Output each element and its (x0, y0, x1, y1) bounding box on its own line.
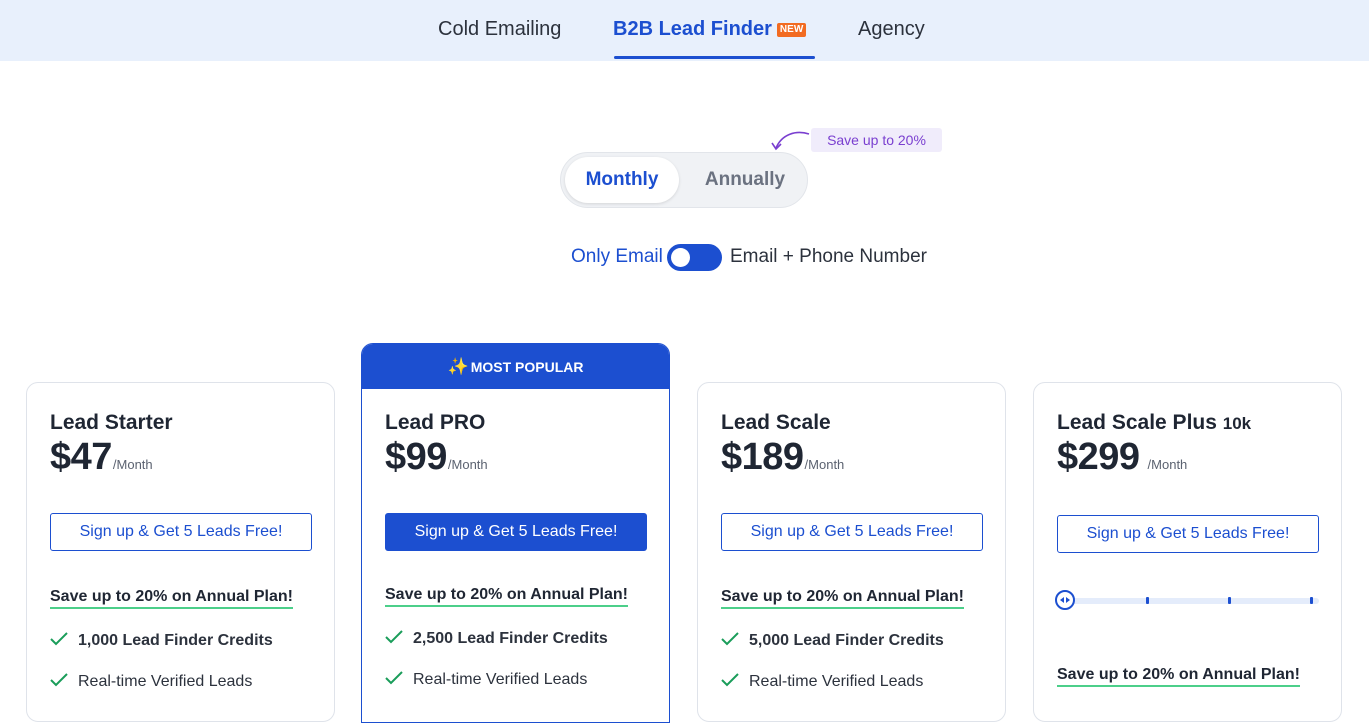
tab-label: B2B Lead Finder (613, 18, 772, 40)
price-amount: $99 (385, 436, 447, 478)
feature-item: 5,000 Lead Finder Credits (721, 632, 944, 650)
slider-tick (1310, 597, 1313, 604)
annual-save-link[interactable]: Save up to 20% on Annual Plan! (721, 588, 964, 609)
feature-item: Real-time Verified Leads (385, 671, 587, 689)
plan-name: Lead Scale (721, 411, 831, 434)
slider-handle[interactable] (1055, 590, 1075, 610)
tab-label: Cold Emailing (438, 18, 562, 40)
price-amount: $47 (50, 436, 112, 478)
signup-button[interactable]: Sign up & Get 5 Leads Free! (50, 513, 312, 551)
plan-card-lead-scale-plus: Lead Scale Plus 10k $299/Month Sign up &… (1033, 382, 1342, 722)
annual-save-link[interactable]: Save up to 20% on Annual Plan! (1057, 666, 1300, 687)
plan-name-text: Lead Scale Plus (1057, 411, 1217, 434)
annual-save-link[interactable]: Save up to 20% on Annual Plan! (385, 586, 628, 607)
check-icon (385, 671, 403, 685)
slider-tick (1228, 597, 1231, 604)
switch-knob (671, 248, 690, 267)
slider-tick (1146, 597, 1149, 604)
price-period: /Month (112, 457, 153, 472)
most-popular-label: MOST POPULAR (470, 359, 584, 375)
tab-cold-emailing[interactable]: Cold Emailing (438, 0, 561, 61)
plan-tier-suffix: 10k (1222, 414, 1252, 433)
annually-option[interactable]: Annually (687, 157, 803, 203)
monthly-option[interactable]: Monthly (565, 157, 679, 203)
plan-name: Lead Starter (50, 411, 173, 434)
plan-card-lead-pro: ✨ MOST POPULAR Lead PRO $99/Month Sign up… (361, 343, 670, 723)
curved-arrow-icon (771, 131, 810, 151)
plan-name: Lead PRO (385, 411, 486, 434)
contact-type-toggle-row: Only Email Email + Phone Number (571, 243, 971, 271)
credits-slider[interactable] (1055, 590, 1319, 610)
annual-save-link[interactable]: Save up to 20% on Annual Plan! (50, 588, 293, 609)
plan-name: Lead Scale Plus 10k (1057, 411, 1251, 435)
feature-item: Real-time Verified Leads (721, 673, 923, 691)
plan-card-lead-starter: Lead Starter $47/Month Sign up & Get 5 L… (26, 382, 335, 722)
signup-button[interactable]: Sign up & Get 5 Leads Free! (1057, 515, 1319, 553)
plan-price: $299/Month (1057, 436, 1187, 479)
feature-text: 5,000 Lead Finder Credits (749, 632, 944, 649)
plan-price: $99/Month (385, 436, 488, 479)
billing-period-toggle: Monthly Annually (560, 152, 808, 208)
feature-text: 1,000 Lead Finder Credits (78, 632, 273, 649)
email-phone-label: Email + Phone Number (730, 246, 927, 267)
plan-price: $189/Month (721, 436, 844, 479)
feature-item: Real-time Verified Leads (50, 673, 252, 691)
feature-text: Real-time Verified Leads (749, 673, 924, 690)
tab-agency[interactable]: Agency (858, 0, 925, 61)
feature-item: 1,000 Lead Finder Credits (50, 632, 273, 650)
check-icon (50, 632, 68, 646)
check-icon (385, 630, 403, 644)
price-period: /Month (447, 457, 488, 472)
price-amount: $299 (1057, 436, 1140, 478)
active-tab-underline (614, 56, 815, 59)
plan-card-lead-scale: Lead Scale $189/Month Sign up & Get 5 Le… (697, 382, 1006, 722)
feature-text: Real-time Verified Leads (413, 671, 588, 688)
check-icon (50, 673, 68, 687)
save-percentage-badge: Save up to 20% (811, 128, 942, 152)
plan-price: $47/Month (50, 436, 153, 479)
feature-text: Real-time Verified Leads (78, 673, 253, 690)
most-popular-header: ✨ MOST POPULAR (362, 344, 669, 389)
price-period: /Month (1147, 457, 1188, 472)
check-icon (721, 632, 739, 646)
feature-item: 2,500 Lead Finder Credits (385, 630, 608, 648)
product-tabs-bar: Cold Emailing B2B Lead Finder NEW Agency (0, 0, 1369, 61)
contact-type-switch[interactable] (667, 244, 722, 271)
only-email-label: Only Email (571, 246, 663, 267)
price-amount: $189 (721, 436, 804, 478)
new-badge: NEW (776, 23, 807, 37)
feature-text: 2,500 Lead Finder Credits (413, 630, 608, 647)
signup-button[interactable]: Sign up & Get 5 Leads Free! (385, 513, 647, 551)
signup-button[interactable]: Sign up & Get 5 Leads Free! (721, 513, 983, 551)
tab-label: Agency (858, 18, 925, 40)
tab-b2b-lead-finder[interactable]: B2B Lead Finder NEW (613, 0, 807, 61)
price-period: /Month (804, 457, 845, 472)
sparkle-icon: ✨ (447, 357, 469, 376)
check-icon (721, 673, 739, 687)
